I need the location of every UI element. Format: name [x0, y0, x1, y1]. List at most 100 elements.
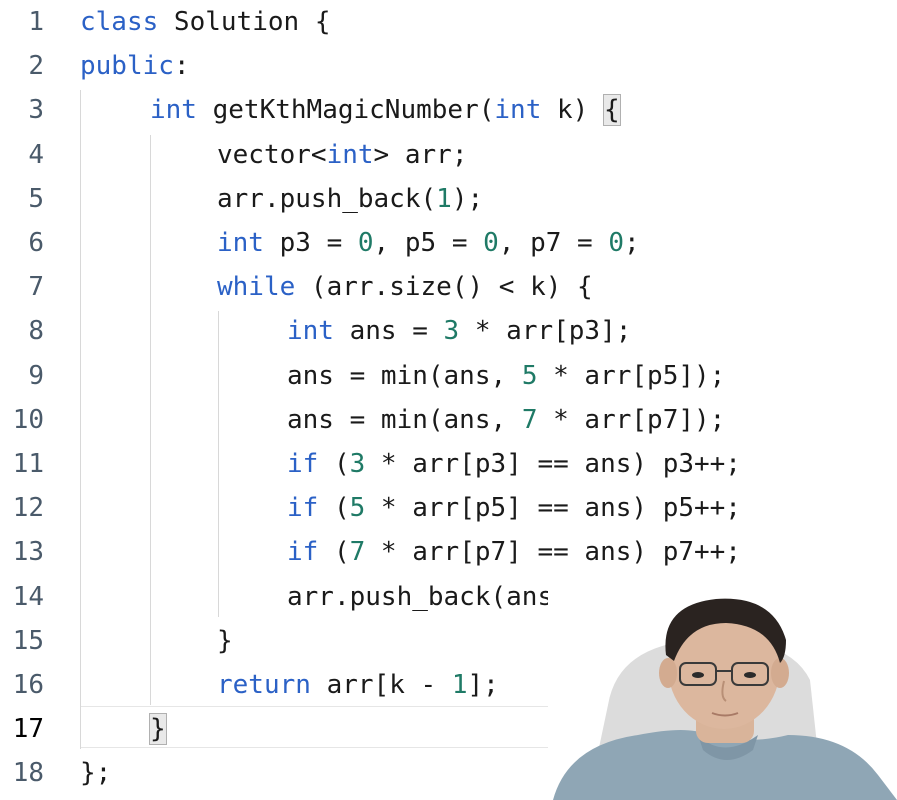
code-token: ans = min(ans,	[287, 404, 522, 435]
code-text: arr.push_back(1);	[217, 184, 483, 214]
keyword-token: if	[287, 493, 319, 524]
code-token: ans =	[333, 316, 444, 347]
code-line[interactable]: 3 int getKthMagicNumber(int k) {	[0, 88, 897, 132]
number-token: 5	[349, 493, 366, 524]
code-token: vector<	[217, 139, 327, 170]
code-token: p3 =	[263, 228, 358, 258]
code-token: * arr[p3];	[459, 316, 632, 347]
line-number: 3	[28, 95, 44, 126]
code-token: * arr[p3] == ans) p3++;	[365, 449, 741, 479]
keyword-token: if	[287, 449, 319, 479]
code-line[interactable]: 7 while (arr.size() < k) {	[0, 265, 897, 309]
code-line[interactable]: 10 ans = min(ans, 7 * arr[p7]);	[0, 398, 897, 442]
code-text: public:	[80, 51, 190, 81]
code-line[interactable]: 11 if (3 * arr[p3] == ans) p3++;	[0, 442, 897, 486]
code-token: ans = min(ans,	[287, 360, 522, 391]
matched-brace: {	[603, 94, 621, 127]
line-number: 17	[12, 714, 44, 745]
code-line[interactable]: 12 if (5 * arr[p5] == ans) p5++;	[0, 486, 897, 530]
line-number: 6	[28, 228, 44, 258]
code-text: int p3 = 0, p5 = 0, p7 = 0;	[217, 228, 640, 258]
line-number: 8	[28, 316, 44, 347]
code-token: , p7 =	[498, 228, 609, 258]
number-token: 1	[451, 670, 468, 700]
keyword-token: int	[287, 316, 334, 347]
line-number: 10	[12, 404, 44, 435]
code-token: (	[318, 493, 350, 524]
keyword-token: int	[150, 95, 197, 126]
code-token: Solution {	[158, 7, 331, 37]
keyword-token: return	[217, 670, 311, 700]
code-token: (	[318, 449, 350, 479]
code-line[interactable]: 2 public:	[0, 44, 897, 88]
code-token: :	[173, 51, 190, 82]
line-number: 1	[28, 7, 44, 37]
line-number: 11	[12, 449, 44, 479]
code-token: * arr[p7] == ans) p7++;	[365, 537, 741, 568]
code-token: arr.push_back(ans);	[287, 581, 585, 612]
code-line[interactable]: 5 arr.push_back(1);	[0, 177, 897, 221]
number-token: 1	[436, 183, 452, 214]
keyword-token: public	[80, 51, 174, 82]
line-number: 15	[12, 625, 44, 656]
number-token: 0	[483, 228, 499, 258]
code-token: );	[451, 183, 484, 214]
keyword-token: if	[287, 537, 319, 568]
code-text: vector<int> arr;	[217, 140, 467, 170]
code-token: ];	[467, 670, 499, 700]
line-number: 4	[28, 139, 44, 170]
line-number: 16	[12, 670, 44, 700]
code-line[interactable]: 9 ans = min(ans, 5 * arr[p5]);	[0, 354, 897, 398]
code-text: }	[217, 626, 233, 656]
code-text: if (7 * arr[p7] == ans) p7++;	[287, 537, 741, 567]
code-line[interactable]: 1 class Solution {	[0, 0, 897, 44]
code-token: , p5 =	[373, 228, 484, 258]
number-token: 3	[443, 316, 460, 347]
code-token: (arr.size() < k) {	[295, 272, 593, 303]
code-token: * arr[p5] == ans) p5++;	[365, 493, 741, 524]
code-line[interactable]: 4 vector<int> arr;	[0, 133, 897, 177]
code-text: }	[149, 713, 167, 746]
line-number: 12	[12, 493, 44, 524]
keyword-token: class	[80, 7, 159, 37]
code-token: k)	[541, 95, 604, 126]
number-token: 3	[349, 449, 366, 479]
code-text: };	[80, 758, 111, 788]
keyword-token: int	[326, 139, 374, 170]
keyword-token: int	[494, 95, 542, 126]
code-token: arr.push_back(	[217, 183, 437, 214]
code-text: ans = min(ans, 7 * arr[p7]);	[287, 405, 725, 435]
code-text: int getKthMagicNumber(int k) {	[150, 94, 621, 127]
code-token: * arr[p5]);	[537, 360, 726, 391]
code-token: * arr[p7]);	[537, 404, 726, 435]
code-token: getKthMagicNumber(	[196, 95, 495, 126]
number-token: 5	[521, 360, 538, 391]
code-line[interactable]: 6 int p3 = 0, p5 = 0, p7 = 0;	[0, 221, 897, 265]
code-text: while (arr.size() < k) {	[217, 272, 593, 302]
code-text: return arr[k - 1];	[217, 670, 499, 700]
code-text: int ans = 3 * arr[p3];	[287, 316, 631, 346]
code-text: ans = min(ans, 5 * arr[p5]);	[287, 361, 725, 391]
code-text: arr.push_back(ans);	[287, 582, 584, 612]
line-number: 2	[28, 51, 44, 82]
matched-brace: }	[149, 713, 167, 746]
code-text: if (5 * arr[p5] == ans) p5++;	[287, 493, 741, 523]
code-token: (	[318, 537, 350, 568]
webcam-figure	[548, 585, 897, 800]
keyword-token: int	[217, 228, 264, 258]
presenter-webcam-icon	[548, 585, 897, 800]
number-token: 0	[357, 228, 374, 258]
number-token: 7	[349, 537, 366, 568]
keyword-token: while	[217, 272, 296, 303]
code-line[interactable]: 13 if (7 * arr[p7] == ans) p7++;	[0, 530, 897, 574]
line-number: 18	[12, 758, 44, 789]
code-token: }	[217, 625, 233, 656]
code-token: ;	[624, 228, 640, 258]
code-token: };	[80, 758, 112, 789]
code-token: arr[k -	[310, 670, 452, 700]
code-line[interactable]: 8 int ans = 3 * arr[p3];	[0, 309, 897, 353]
line-number: 14	[12, 581, 44, 612]
code-text: if (3 * arr[p3] == ans) p3++;	[287, 449, 741, 479]
line-number: 7	[28, 272, 44, 303]
code-token: > arr;	[373, 139, 468, 170]
